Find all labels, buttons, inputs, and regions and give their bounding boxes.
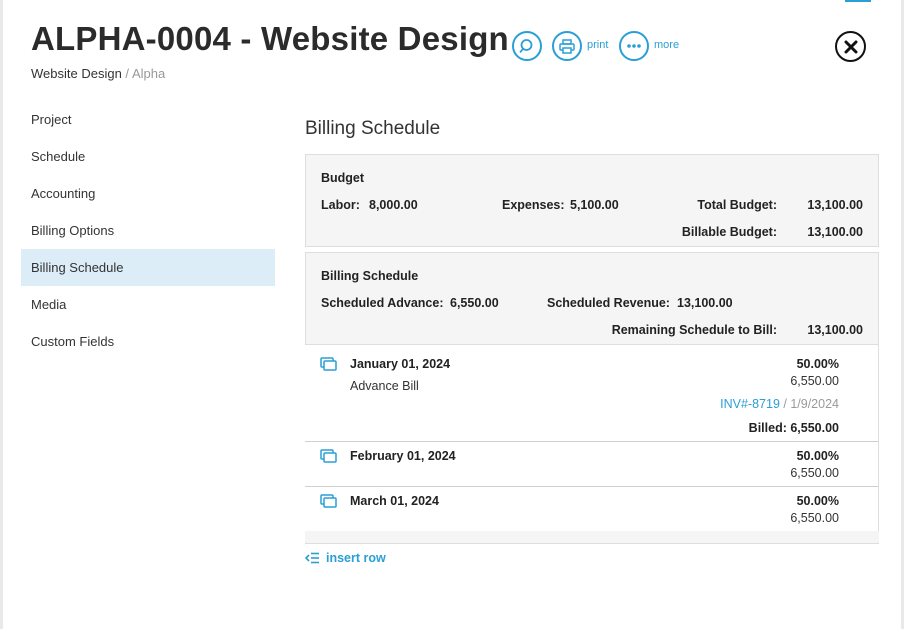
row-amount: 6,550.00	[790, 511, 839, 525]
schedule-list: January 01, 2024 Advance Bill 50.00% 6,5…	[305, 345, 879, 544]
nav-item-schedule[interactable]: Schedule	[21, 138, 275, 175]
row-amount: 6,550.00	[790, 374, 839, 388]
invoice-link[interactable]: INV#-8719	[720, 397, 780, 411]
breadcrumb-parent[interactable]: Alpha	[132, 66, 165, 81]
row-date: January 01, 2024	[350, 357, 451, 371]
schedule-row[interactable]: February 01, 2024 50.00% 6,550.00	[305, 442, 879, 487]
nav-item-accounting[interactable]: Accounting	[21, 175, 275, 212]
budget-heading: Budget	[321, 171, 365, 185]
nav-item-media[interactable]: Media	[21, 286, 275, 323]
breadcrumb-separator: /	[121, 66, 132, 81]
nav-item-billing-schedule[interactable]: Billing Schedule	[21, 249, 275, 286]
billing-schedule-panel: Billing Schedule Scheduled Advance: 6,55…	[305, 252, 879, 345]
more-button[interactable]	[619, 31, 649, 61]
scheduled-revenue-value: 13,100.00	[677, 296, 733, 310]
remaining-schedule-value: 13,100.00	[807, 323, 863, 337]
labor-value: 8,000.00	[369, 198, 418, 212]
row-percent: 50.00%	[796, 449, 839, 463]
total-budget-label: Total Budget:	[697, 198, 777, 212]
insert-row-icon	[305, 552, 319, 564]
schedule-row[interactable]: March 01, 2024 50.00% 6,550.00	[305, 487, 879, 532]
left-edge	[0, 0, 3, 629]
row-description: Advance Bill	[350, 379, 419, 393]
nav-item-custom-fields[interactable]: Custom Fields	[21, 323, 275, 360]
insert-row-button[interactable]: insert row	[305, 551, 386, 565]
row-percent: 50.00%	[796, 357, 839, 371]
billing-schedule-heading: Billing Schedule	[321, 269, 419, 283]
invoice-separator: /	[779, 397, 791, 411]
insert-row-label: insert row	[326, 551, 386, 565]
row-amount: 6,550.00	[790, 466, 839, 480]
breadcrumb: Website Design / Alpha	[31, 66, 165, 81]
schedule-list-footer	[305, 531, 879, 544]
print-button[interactable]	[552, 31, 582, 61]
row-invoice: INV#-8719 / 1/9/2024	[720, 397, 839, 411]
row-billed: Billed: 6,550.00	[748, 421, 839, 435]
section-title: Billing Schedule	[305, 118, 441, 139]
billable-budget-value: 13,100.00	[807, 225, 863, 239]
expenses-label: Expenses:	[502, 198, 565, 212]
more-icon	[627, 44, 641, 48]
copy-icon[interactable]	[320, 357, 337, 371]
search-icon	[519, 39, 533, 53]
labor-label: Labor:	[321, 198, 360, 212]
side-nav: Project Schedule Accounting Billing Opti…	[21, 101, 275, 360]
search-button[interactable]	[512, 31, 542, 61]
row-date: March 01, 2024	[350, 494, 439, 508]
scheduled-revenue-label: Scheduled Revenue:	[547, 296, 670, 310]
copy-icon[interactable]	[320, 494, 337, 508]
scheduled-advance-label: Scheduled Advance:	[321, 296, 444, 310]
invoice-date: 1/9/2024	[790, 397, 839, 411]
row-date: February 01, 2024	[350, 449, 456, 463]
print-label[interactable]: print	[587, 39, 608, 51]
schedule-row[interactable]: January 01, 2024 Advance Bill 50.00% 6,5…	[305, 345, 879, 442]
right-edge-accent	[845, 0, 871, 2]
total-budget-value: 13,100.00	[807, 198, 863, 212]
nav-item-project[interactable]: Project	[21, 101, 275, 138]
more-label[interactable]: more	[654, 39, 679, 51]
scheduled-advance-value: 6,550.00	[450, 296, 499, 310]
close-button[interactable]	[835, 31, 866, 62]
remaining-schedule-label: Remaining Schedule to Bill:	[611, 323, 777, 337]
budget-panel: Budget Labor: 8,000.00 Expenses: 5,100.0…	[305, 154, 879, 247]
copy-icon[interactable]	[320, 449, 337, 463]
nav-item-billing-options[interactable]: Billing Options	[21, 212, 275, 249]
close-icon	[844, 40, 857, 53]
billable-budget-label: Billable Budget:	[681, 225, 777, 239]
expenses-value: 5,100.00	[570, 198, 619, 212]
page-title: ALPHA-0004 - Website Design	[31, 20, 509, 57]
print-icon	[559, 38, 575, 54]
row-percent: 50.00%	[796, 494, 839, 508]
breadcrumb-current[interactable]: Website Design	[31, 66, 122, 81]
